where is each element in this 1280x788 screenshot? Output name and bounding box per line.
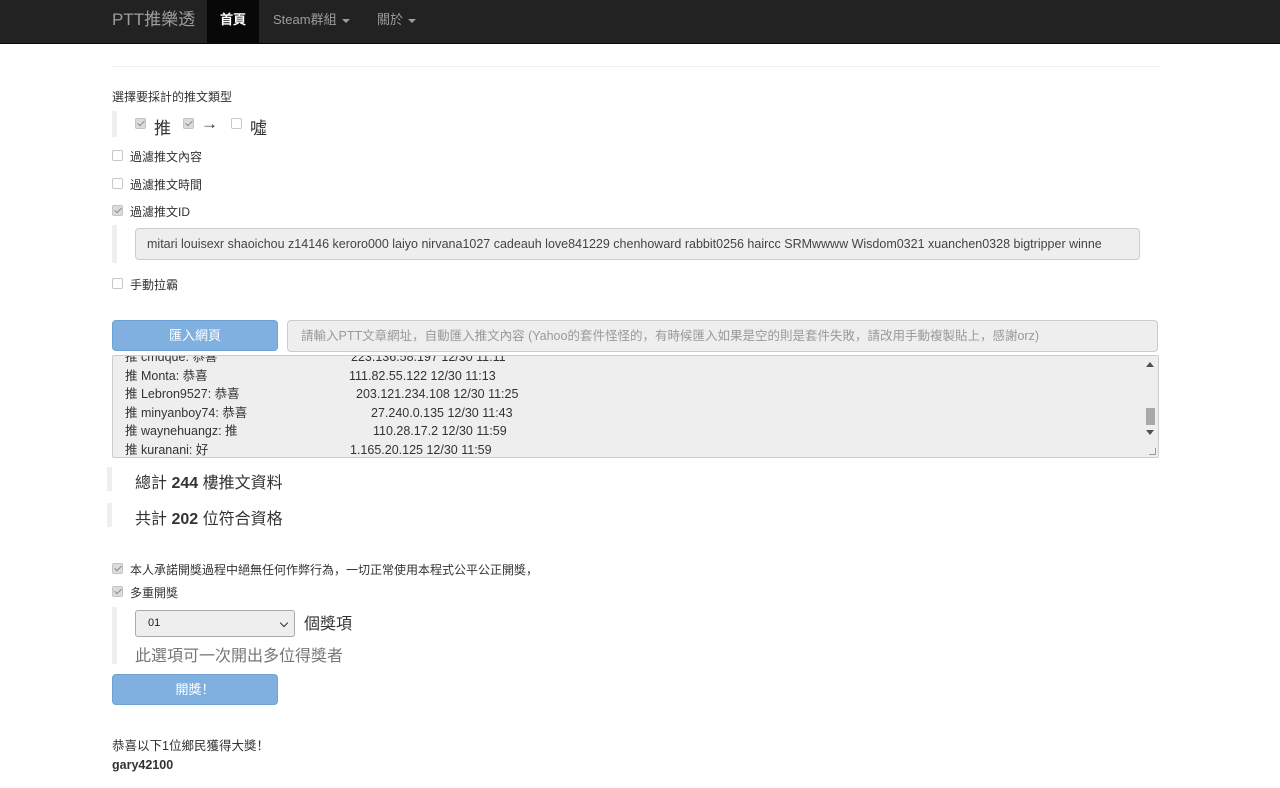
- comment-row: 推 minyanboy74: 恭喜 27.240.0.135 12/30 11:4…: [125, 404, 1135, 423]
- comment-user: 推 Lebron9527: 恭喜: [125, 387, 240, 401]
- multi-draw-label: 多重開獎: [130, 586, 179, 600]
- draw-button[interactable]: 開獎！: [112, 674, 278, 705]
- manual-slot-checkbox[interactable]: [112, 278, 123, 289]
- total-count: 244: [171, 475, 199, 492]
- comments-textarea[interactable]: 推 cmdque: 恭喜 223.136.58.197 12/30 11:11 推…: [112, 355, 1159, 458]
- arrow-checkbox[interactable]: [183, 118, 194, 129]
- boo-label: 噓: [250, 119, 267, 138]
- comment-ip-time: 223.136.58.197 12/30 11:11: [351, 355, 506, 364]
- push-label: 推: [154, 119, 171, 138]
- comment-user: 推 minyanboy74: 恭喜: [125, 405, 248, 420]
- quote-bar: [112, 225, 117, 263]
- prize-count-select[interactable]: 01: [135, 610, 295, 637]
- boo-checkbox[interactable]: [231, 118, 242, 129]
- filter-content-checkbox[interactable]: [112, 150, 123, 161]
- chevron-down-icon: [279, 618, 289, 628]
- comment-ip-time: 110.28.17.2 12/30 11:59: [373, 424, 507, 438]
- comment-row: 推 cmdque: 恭喜 223.136.58.197 12/30 11:11: [125, 355, 1135, 367]
- qualified-count: 202: [171, 511, 199, 528]
- comment-row: 推 kuranani: 好 1.165.20.125 12/30 11:59: [125, 441, 1135, 458]
- comment-ip-time: 27.240.0.135 12/30 11:43: [371, 405, 513, 420]
- comments-list: 推 cmdque: 恭喜 223.136.58.197 12/30 11:11 推…: [125, 355, 1135, 458]
- comment-row: 推 waynehuangz: 推 110.28.17.2 12/30 11:59: [125, 422, 1135, 441]
- nav-home[interactable]: 首頁: [207, 0, 260, 43]
- qualified-suffix: 位符合資格: [202, 511, 283, 528]
- scroll-up-arrow-icon[interactable]: [1146, 362, 1154, 367]
- nav-about-label: 關於: [377, 12, 404, 27]
- caret-down-icon: [408, 18, 417, 23]
- total-prefix: 總計: [135, 475, 168, 492]
- resize-handle-icon[interactable]: [1149, 448, 1156, 455]
- import-button[interactable]: 匯入網頁: [112, 320, 278, 351]
- quote-bar: [107, 467, 112, 491]
- filter-id-input[interactable]: mitari louisexr shaoichou z14146 keroro0…: [135, 228, 1140, 260]
- quote-bar: [112, 111, 117, 137]
- comment-user: 推 Monta: 恭喜: [125, 368, 208, 383]
- multi-draw-hint: 此選項可一次開出多位得獎者: [135, 648, 344, 665]
- filter-time-checkbox[interactable]: [112, 178, 123, 189]
- top-navbar: PTT推樂透 首頁 Steam群組 關於: [0, 0, 1280, 44]
- filter-id-checkbox[interactable]: [112, 205, 123, 216]
- comment-ip-time: 203.121.234.108 12/30 11:25: [356, 387, 519, 401]
- filter-id-label: 過濾推文ID: [130, 205, 191, 219]
- brand-logo[interactable]: PTT推樂透: [112, 0, 195, 43]
- result-message: 恭喜以下1位鄉民獲得大獎！: [112, 739, 269, 753]
- comment-row: 推 Lebron9527: 恭喜 203.121.234.108 12/30 11…: [125, 385, 1135, 404]
- divider: [112, 66, 1160, 67]
- comment-ip-time: 1.165.20.125 12/30 11:59: [350, 442, 492, 457]
- scroll-down-arrow-icon[interactable]: [1146, 430, 1154, 435]
- quote-bar: [112, 607, 117, 664]
- comment-row: 推 Monta: 恭喜 111.82.55.122 12/30 11:13: [125, 367, 1135, 386]
- qualified-prefix: 共計: [135, 511, 168, 528]
- winner-id: gary42100: [112, 758, 174, 772]
- scrollbar-thumb[interactable]: [1146, 408, 1155, 425]
- pledge-label: 本人承諾開獎過程中絕無任何作弊行為，一切正常使用本程式公平公正開獎，: [130, 563, 539, 577]
- nav-steam-group-label: Steam群組: [273, 12, 337, 27]
- comment-ip-time: 111.82.55.122 12/30 11:13: [349, 368, 496, 383]
- filter-content-label: 過濾推文內容: [130, 150, 203, 164]
- multi-draw-checkbox[interactable]: [112, 586, 123, 597]
- comment-user: 推 waynehuangz: 推: [125, 424, 238, 438]
- push-type-title: 選擇要採計的推文類型: [112, 90, 233, 104]
- total-comments-stat: 總計 244 樓推文資料: [135, 469, 283, 493]
- nav-about[interactable]: 關於: [364, 0, 429, 43]
- url-input[interactable]: 請輸入PTT文章網址，自動匯入推文內容 (Yahoo的套件怪怪的，有時候匯入如果…: [287, 320, 1158, 352]
- manual-slot-label: 手動拉霸: [130, 278, 179, 292]
- prize-suffix-label: 個獎項: [304, 616, 353, 633]
- total-suffix: 樓推文資料: [202, 475, 283, 492]
- caret-down-icon: [341, 18, 350, 23]
- arrow-label: →: [201, 114, 218, 133]
- scrollbar[interactable]: [1143, 356, 1158, 457]
- prize-count-value: 01: [148, 617, 161, 629]
- pledge-checkbox[interactable]: [112, 563, 123, 574]
- push-checkbox[interactable]: [135, 118, 146, 129]
- qualified-stat: 共計 202 位符合資格: [135, 505, 283, 529]
- comment-user: 推 cmdque: 恭喜: [125, 355, 218, 364]
- quote-bar: [107, 503, 112, 527]
- comment-user: 推 kuranani: 好: [125, 442, 209, 457]
- filter-time-label: 過濾推文時間: [130, 178, 203, 192]
- nav-steam-group[interactable]: Steam群組: [260, 0, 363, 43]
